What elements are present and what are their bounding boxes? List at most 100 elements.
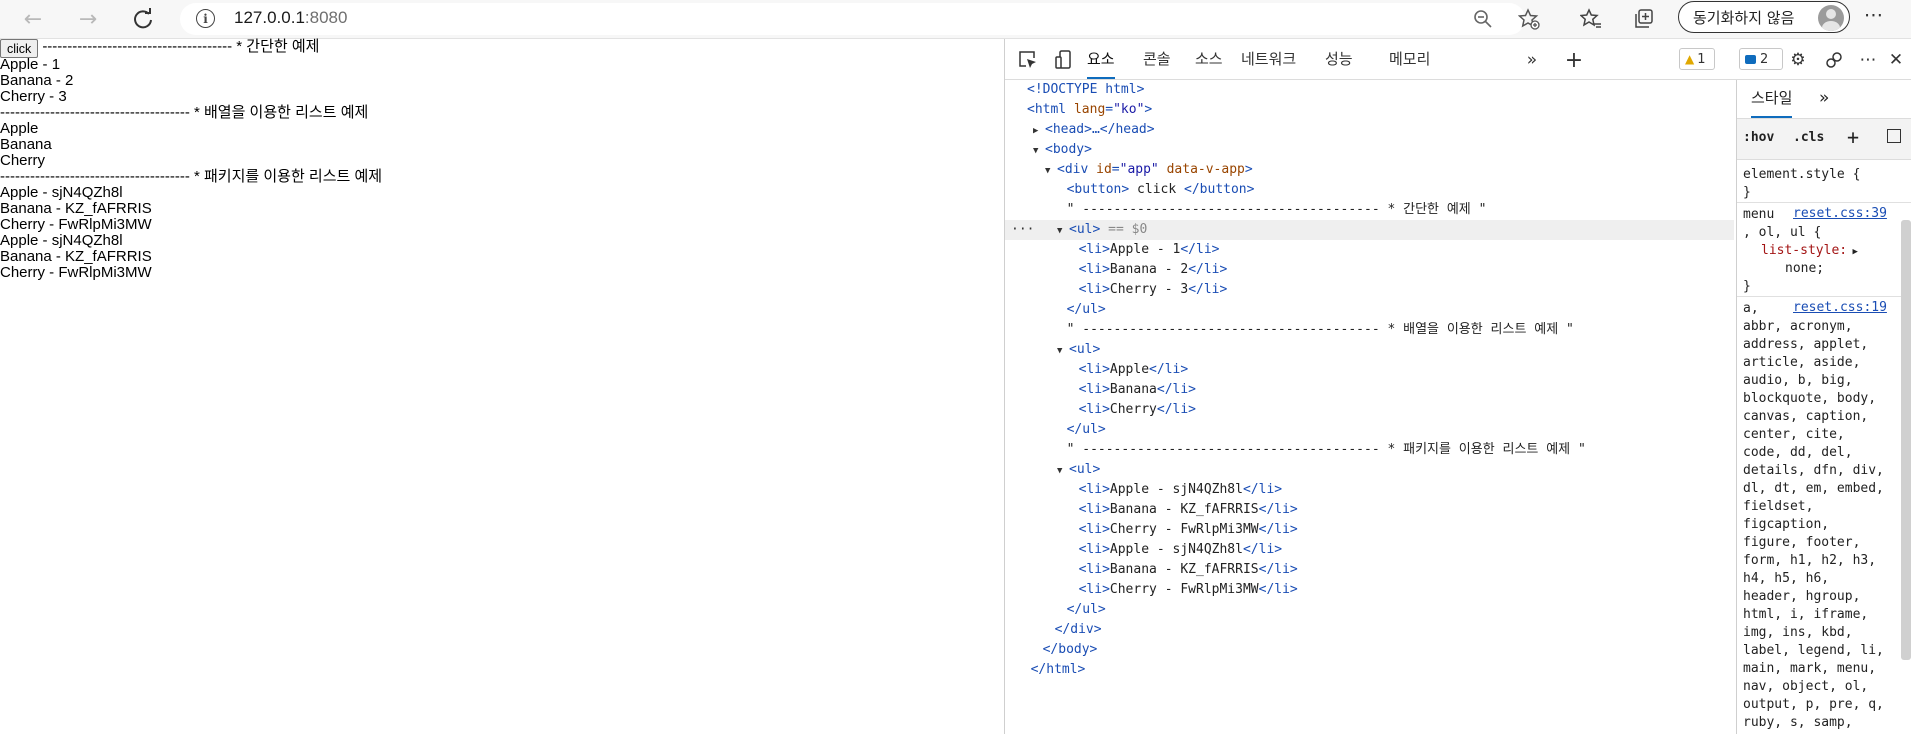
expand-closed-icon[interactable]: ▶ [1033, 121, 1045, 141]
avatar[interactable] [1818, 5, 1844, 31]
rule-selector: audio, b, big, [1743, 373, 1853, 388]
dom-li[interactable]: <li>Banana - 2</li> [1005, 260, 1734, 280]
dom-ul[interactable]: ▼ <ul> [1005, 340, 1734, 360]
zoom-out-icon[interactable] [1470, 6, 1496, 32]
new-rule-icon[interactable]: + [1847, 125, 1859, 149]
expand-open-icon[interactable]: ▼ [1045, 161, 1057, 181]
dom-li[interactable]: <li>Apple - 1</li> [1005, 240, 1734, 260]
devtools-panel: 요소 콘솔 소스 네트워크 성능 메모리 » + ▲ 1 2 ⚙ ⋯ ✕ <!DOCTYPE… [1004, 39, 1911, 734]
collections-icon[interactable] [1631, 6, 1657, 32]
dom-tag: </li> [1156, 402, 1197, 417]
rule-selector: header, hgroup, [1743, 589, 1861, 604]
dom-text-node[interactable]: " --------------------------------------… [1005, 200, 1734, 220]
tab-devtools-2[interactable]: 소스 [1195, 39, 1223, 79]
rule-selector: output, p, pre, q, [1743, 697, 1884, 712]
dom-text-node[interactable]: " --------------------------------------… [1005, 440, 1734, 460]
dom-text: Banana - 2 [1109, 262, 1189, 277]
expand-open-icon[interactable]: ▼ [1057, 221, 1069, 241]
rule-selector: blockquote, body, [1743, 391, 1877, 406]
dom-ul-close[interactable]: </ul> [1005, 420, 1734, 440]
dom-text: Banana - KZ_fAFRRIS [1109, 562, 1259, 577]
tab-styles[interactable]: 스타일 [1751, 80, 1793, 118]
tab-devtools-3[interactable]: 네트워크 [1241, 39, 1296, 79]
more-icon[interactable]: ⋯ [1864, 4, 1883, 26]
tab-devtools-0[interactable]: 요소 [1087, 39, 1115, 79]
dom-li[interactable]: <li>Banana</li> [1005, 380, 1734, 400]
dom-div-close[interactable]: </div> [1005, 620, 1734, 640]
dom-body[interactable]: ▼ <body> [1005, 140, 1734, 160]
add-favorite-icon[interactable] [1516, 6, 1542, 32]
devtools-menu-icon[interactable]: ⋯ [1857, 49, 1879, 71]
dom-div-app[interactable]: ▼ <div id="app" data-v-app> [1005, 160, 1734, 180]
dom-li[interactable]: <li>Banana - KZ_fAFRRIS</li> [1005, 500, 1734, 520]
more-tabs-icon[interactable]: » [1521, 49, 1543, 71]
dom-li[interactable]: <li>Apple - sjN4QZh8l</li> [1005, 480, 1734, 500]
toggle-sidebar-icon[interactable] [1887, 129, 1901, 143]
rule-selector: main, mark, menu, [1743, 661, 1877, 676]
dom-text: Cherry [1109, 402, 1157, 417]
dom-li[interactable]: <li>Cherry - FwRlpMi3MW</li> [1005, 580, 1734, 600]
dom-doctype[interactable]: <!DOCTYPE html> [1005, 80, 1734, 100]
sync-label: 동기화하지 않음 [1693, 8, 1795, 27]
info-icon[interactable]: i [196, 9, 215, 28]
stylesheet-link[interactable]: reset.css:39 [1793, 206, 1887, 221]
cls-toggle[interactable]: .cls [1793, 130, 1824, 145]
dom-head[interactable]: ▶ <head>…</head> [1005, 120, 1734, 140]
dom-li[interactable]: <li>Cherry - FwRlpMi3MW</li> [1005, 520, 1734, 540]
dom-li[interactable]: <li>Banana - KZ_fAFRRIS</li> [1005, 560, 1734, 580]
styles-scrollbar[interactable] [1901, 220, 1911, 660]
rule-selector: img, ins, kbd, [1743, 625, 1853, 640]
tab-devtools-1[interactable]: 콘솔 [1143, 39, 1171, 79]
dom-li[interactable]: <li>Apple</li> [1005, 360, 1734, 380]
back-icon[interactable]: ← [18, 4, 48, 34]
dom-li[interactable]: <li>Cherry - 3</li> [1005, 280, 1734, 300]
forward-icon[interactable]: → [73, 4, 103, 34]
rule-close-brace: } [1743, 279, 1751, 294]
dom-button[interactable]: <button> click </button> [1005, 180, 1734, 200]
list-item: Banana - 2 [0, 72, 74, 89]
rule-selector: fieldset, [1743, 499, 1814, 514]
warning-badge[interactable]: ▲ 1 [1679, 48, 1715, 70]
dom-ul-close[interactable]: </ul> [1005, 300, 1734, 320]
inspect-element-icon[interactable] [1017, 49, 1039, 71]
hov-toggle[interactable]: :hov [1743, 130, 1774, 145]
dom-ul[interactable]: ▼ <ul> [1005, 460, 1734, 480]
device-toolbar-icon[interactable] [1053, 49, 1075, 71]
row-menu-icon[interactable]: ··· [1011, 220, 1034, 240]
dom-tag: <li> [1078, 242, 1110, 257]
address-bar[interactable]: i 127.0.0.1:8080 [180, 3, 1540, 35]
dom-eq: = [1105, 102, 1114, 117]
dom-body-close[interactable]: </body> [1005, 640, 1734, 660]
list-item: Cherry - 3 [0, 88, 67, 105]
styles-more-tabs[interactable]: » [1819, 80, 1829, 118]
dom-html-close[interactable]: </html> [1005, 660, 1734, 680]
tab-devtools-5[interactable]: 메모리 [1389, 39, 1430, 79]
message-badge[interactable]: 2 [1739, 48, 1783, 70]
close-icon[interactable]: ✕ [1885, 49, 1907, 71]
dom-ul-close[interactable]: </ul> [1005, 600, 1734, 620]
dom-tag: <div [1057, 162, 1089, 177]
expand-open-icon[interactable]: ▼ [1057, 461, 1069, 481]
dom-li[interactable]: <li>Cherry</li> [1005, 400, 1734, 420]
dom-text-node[interactable]: " --------------------------------------… [1005, 320, 1734, 340]
dom-attr-value: "app" [1119, 162, 1159, 177]
dom-tag: </li> [1188, 262, 1228, 277]
refresh-icon[interactable] [128, 4, 158, 34]
dom-text: " --------------------------------------… [1066, 322, 1574, 337]
customize-icon[interactable] [1823, 49, 1845, 71]
dom-li[interactable]: <li>Apple - sjN4QZh8l</li> [1005, 540, 1734, 560]
settings-icon[interactable]: ⚙ [1787, 49, 1809, 71]
tab-devtools-4[interactable]: 성능 [1325, 39, 1353, 79]
example2-title: -------------------------------------- *… [0, 104, 369, 121]
expand-open-icon[interactable]: ▼ [1033, 141, 1045, 161]
stylesheet-link[interactable]: reset.css:19 [1793, 300, 1887, 315]
rule-selector: details, dfn, div, [1743, 463, 1884, 478]
dom-tag: </li> [1258, 582, 1298, 597]
expand-property-icon[interactable]: ▶ [1847, 247, 1858, 257]
favorites-icon[interactable] [1578, 6, 1604, 32]
add-tool-icon[interactable]: + [1563, 48, 1585, 73]
dom-html[interactable]: <html lang="ko"> [1005, 100, 1734, 120]
dom-ul-selected[interactable]: ▼ <ul> == $0 ··· [1005, 220, 1734, 240]
expand-open-icon[interactable]: ▼ [1057, 341, 1069, 361]
url-text[interactable]: 127.0.0.1:8080 [234, 8, 347, 28]
